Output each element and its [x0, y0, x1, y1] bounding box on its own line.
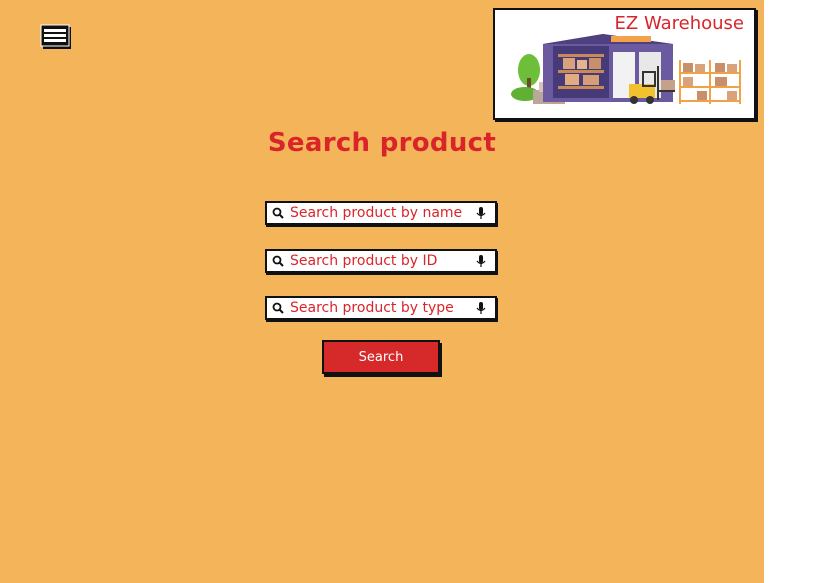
search-by-name-field[interactable]	[265, 201, 497, 225]
microphone-icon[interactable]	[476, 206, 490, 220]
search-icon	[272, 255, 286, 267]
page-title: Search product	[267, 128, 497, 158]
search-by-type-input[interactable]	[286, 298, 476, 318]
search-icon	[272, 302, 286, 314]
search-button[interactable]: Search	[322, 340, 440, 374]
search-by-id-input[interactable]	[286, 251, 476, 271]
microphone-icon[interactable]	[476, 301, 490, 315]
microphone-icon[interactable]	[476, 254, 490, 268]
search-by-name-input[interactable]	[286, 203, 476, 223]
search-by-type-field[interactable]	[265, 296, 497, 320]
app-canvas: EZ Warehouse Search product Search produ…	[0, 0, 764, 583]
search-icon	[272, 207, 286, 219]
warehouse-logo: EZ Warehouse	[493, 8, 756, 120]
menu-button[interactable]	[40, 24, 72, 50]
warehouse-illustration-icon	[511, 34, 741, 104]
hamburger-menu-icon	[40, 24, 71, 49]
search-by-id-field[interactable]	[265, 249, 497, 273]
